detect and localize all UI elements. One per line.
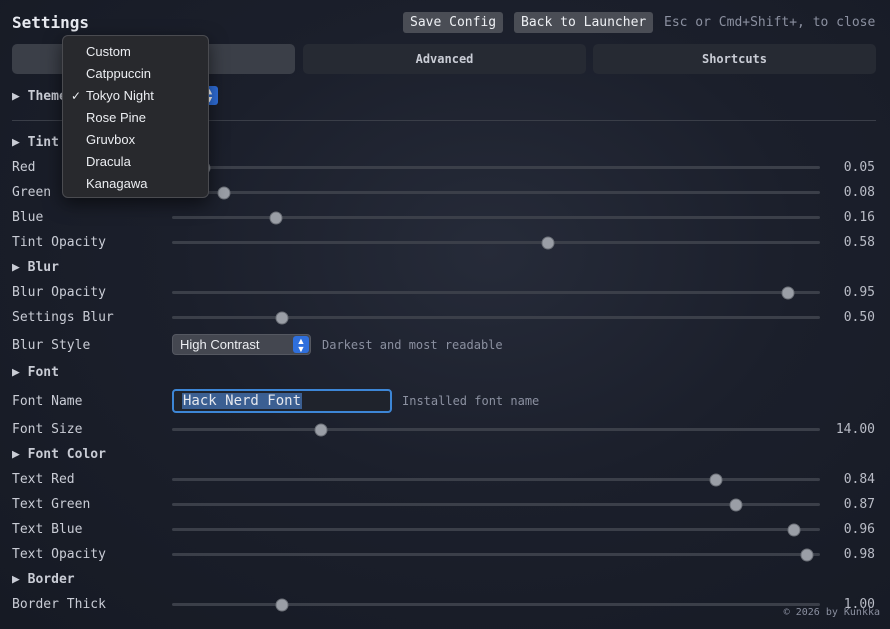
blur-style-selected: High Contrast <box>180 337 260 352</box>
text-opacity-slider[interactable] <box>172 548 820 561</box>
text-blue-slider-handle[interactable] <box>787 523 801 536</box>
blue-value: 0.16 <box>843 210 875 225</box>
green-slider[interactable] <box>172 186 820 199</box>
text-green-slider-handle[interactable] <box>729 498 743 511</box>
text-opacity-label: Text Opacity <box>12 547 106 562</box>
text-blue-slider[interactable] <box>172 523 820 536</box>
text-red-label: Text Red <box>12 472 75 487</box>
text-opacity-slider-handle[interactable] <box>800 548 814 561</box>
text-blue-label: Text Blue <box>12 522 83 537</box>
blur-opacity-label: Blur Opacity <box>12 285 106 300</box>
theme-option-label: Gruvbox <box>86 132 136 147</box>
blur-opacity-slider-handle[interactable] <box>781 286 795 299</box>
theme-option-label: Custom <box>86 44 131 59</box>
theme-option-dracula[interactable]: Dracula <box>63 151 208 173</box>
text-red-slider-handle[interactable] <box>709 473 723 486</box>
settings-blur-slider[interactable] <box>172 311 820 324</box>
tint-opacity-slider[interactable] <box>172 236 820 249</box>
red-value: 0.05 <box>843 160 875 175</box>
text-red-slider[interactable] <box>172 473 820 486</box>
text-green-slider[interactable] <box>172 498 820 511</box>
theme-option-rose-pine[interactable]: Rose Pine <box>63 107 208 129</box>
chevron-updown-icon: ▲ ▼ <box>293 336 309 354</box>
font-name-description: Installed font name <box>402 394 540 408</box>
theme-option-label: Kanagawa <box>86 176 148 191</box>
green-value: 0.08 <box>843 185 875 200</box>
tint-opacity-slider-handle[interactable] <box>541 236 555 249</box>
text-red-value: 0.84 <box>843 472 875 487</box>
text-opacity-value: 0.98 <box>843 547 875 562</box>
theme-option-catppuccin[interactable]: Catppuccin <box>63 63 208 85</box>
tint-opacity-value: 0.58 <box>843 235 875 250</box>
section-theme[interactable]: ▶ Theme <box>12 89 67 104</box>
blue-slider[interactable] <box>172 211 820 224</box>
font-name-value: Hack Nerd Font <box>182 393 303 409</box>
theme-option-label: Rose Pine <box>86 110 146 125</box>
font-size-slider[interactable] <box>172 423 820 436</box>
border-thick-label: Border Thick <box>12 597 106 612</box>
tab-shortcuts[interactable]: Shortcuts <box>593 44 876 74</box>
section-tint[interactable]: ▶ Tint <box>12 135 59 150</box>
theme-option-label: Dracula <box>86 154 131 169</box>
font-name-label: Font Name <box>12 394 83 409</box>
border-thick-slider-handle[interactable] <box>275 598 289 611</box>
text-green-value: 0.87 <box>843 497 875 512</box>
text-blue-value: 0.96 <box>843 522 875 537</box>
border-thick-slider[interactable] <box>172 598 820 611</box>
section-blur[interactable]: ▶ Blur <box>12 260 59 275</box>
blur-opacity-slider[interactable] <box>172 286 820 299</box>
theme-option-label: Tokyo Night <box>86 88 154 103</box>
close-hint: Esc or Cmd+Shift+, to close <box>664 15 876 30</box>
settings-blur-slider-handle[interactable] <box>275 311 289 324</box>
blur-opacity-value: 0.95 <box>843 285 875 300</box>
theme-option-tokyo-night[interactable]: ✓ Tokyo Night <box>63 85 208 107</box>
save-config-button[interactable]: Save Config <box>403 12 504 33</box>
copyright-footer: © 2026 by Kunkka <box>783 607 880 618</box>
section-font-color[interactable]: ▶ Font Color <box>12 447 106 462</box>
theme-dropdown-menu: Custom Catppuccin ✓ Tokyo Night Rose Pine Gru… <box>62 35 209 198</box>
theme-option-label: Catppuccin <box>86 66 152 81</box>
theme-option-custom[interactable]: Custom <box>63 41 208 63</box>
checkmark-icon: ✓ <box>71 89 82 103</box>
font-size-slider-handle[interactable] <box>314 423 328 436</box>
font-size-label: Font Size <box>12 422 83 437</box>
settings-blur-label: Settings Blur <box>12 310 114 325</box>
tint-opacity-label: Tint Opacity <box>12 235 106 250</box>
back-to-launcher-button[interactable]: Back to Launcher <box>514 12 654 33</box>
theme-option-gruvbox[interactable]: Gruvbox <box>63 129 208 151</box>
blur-style-select[interactable]: High Contrast ▲ ▼ <box>172 334 311 355</box>
settings-blur-value: 0.50 <box>843 310 875 325</box>
green-label: Green <box>12 185 52 200</box>
tab-advanced[interactable]: Advanced <box>303 44 586 74</box>
blue-slider-handle[interactable] <box>269 211 283 224</box>
blue-label: Blue <box>12 210 44 225</box>
font-name-input[interactable]: Hack Nerd Font <box>172 389 392 413</box>
green-slider-handle[interactable] <box>217 186 231 199</box>
text-green-label: Text Green <box>12 497 91 512</box>
red-label: Red <box>12 160 36 175</box>
page-title: Settings <box>12 13 90 32</box>
theme-option-kanagawa[interactable]: Kanagawa <box>63 173 208 195</box>
blur-style-label: Blur Style <box>12 338 91 353</box>
section-border[interactable]: ▶ Border <box>12 572 75 587</box>
section-font[interactable]: ▶ Font <box>12 365 59 380</box>
font-size-value: 14.00 <box>835 422 875 437</box>
red-slider[interactable] <box>172 161 820 174</box>
settings-window: Settings Save Config Back to Launcher Es… <box>0 0 890 629</box>
blur-style-description: Darkest and most readable <box>322 338 503 352</box>
